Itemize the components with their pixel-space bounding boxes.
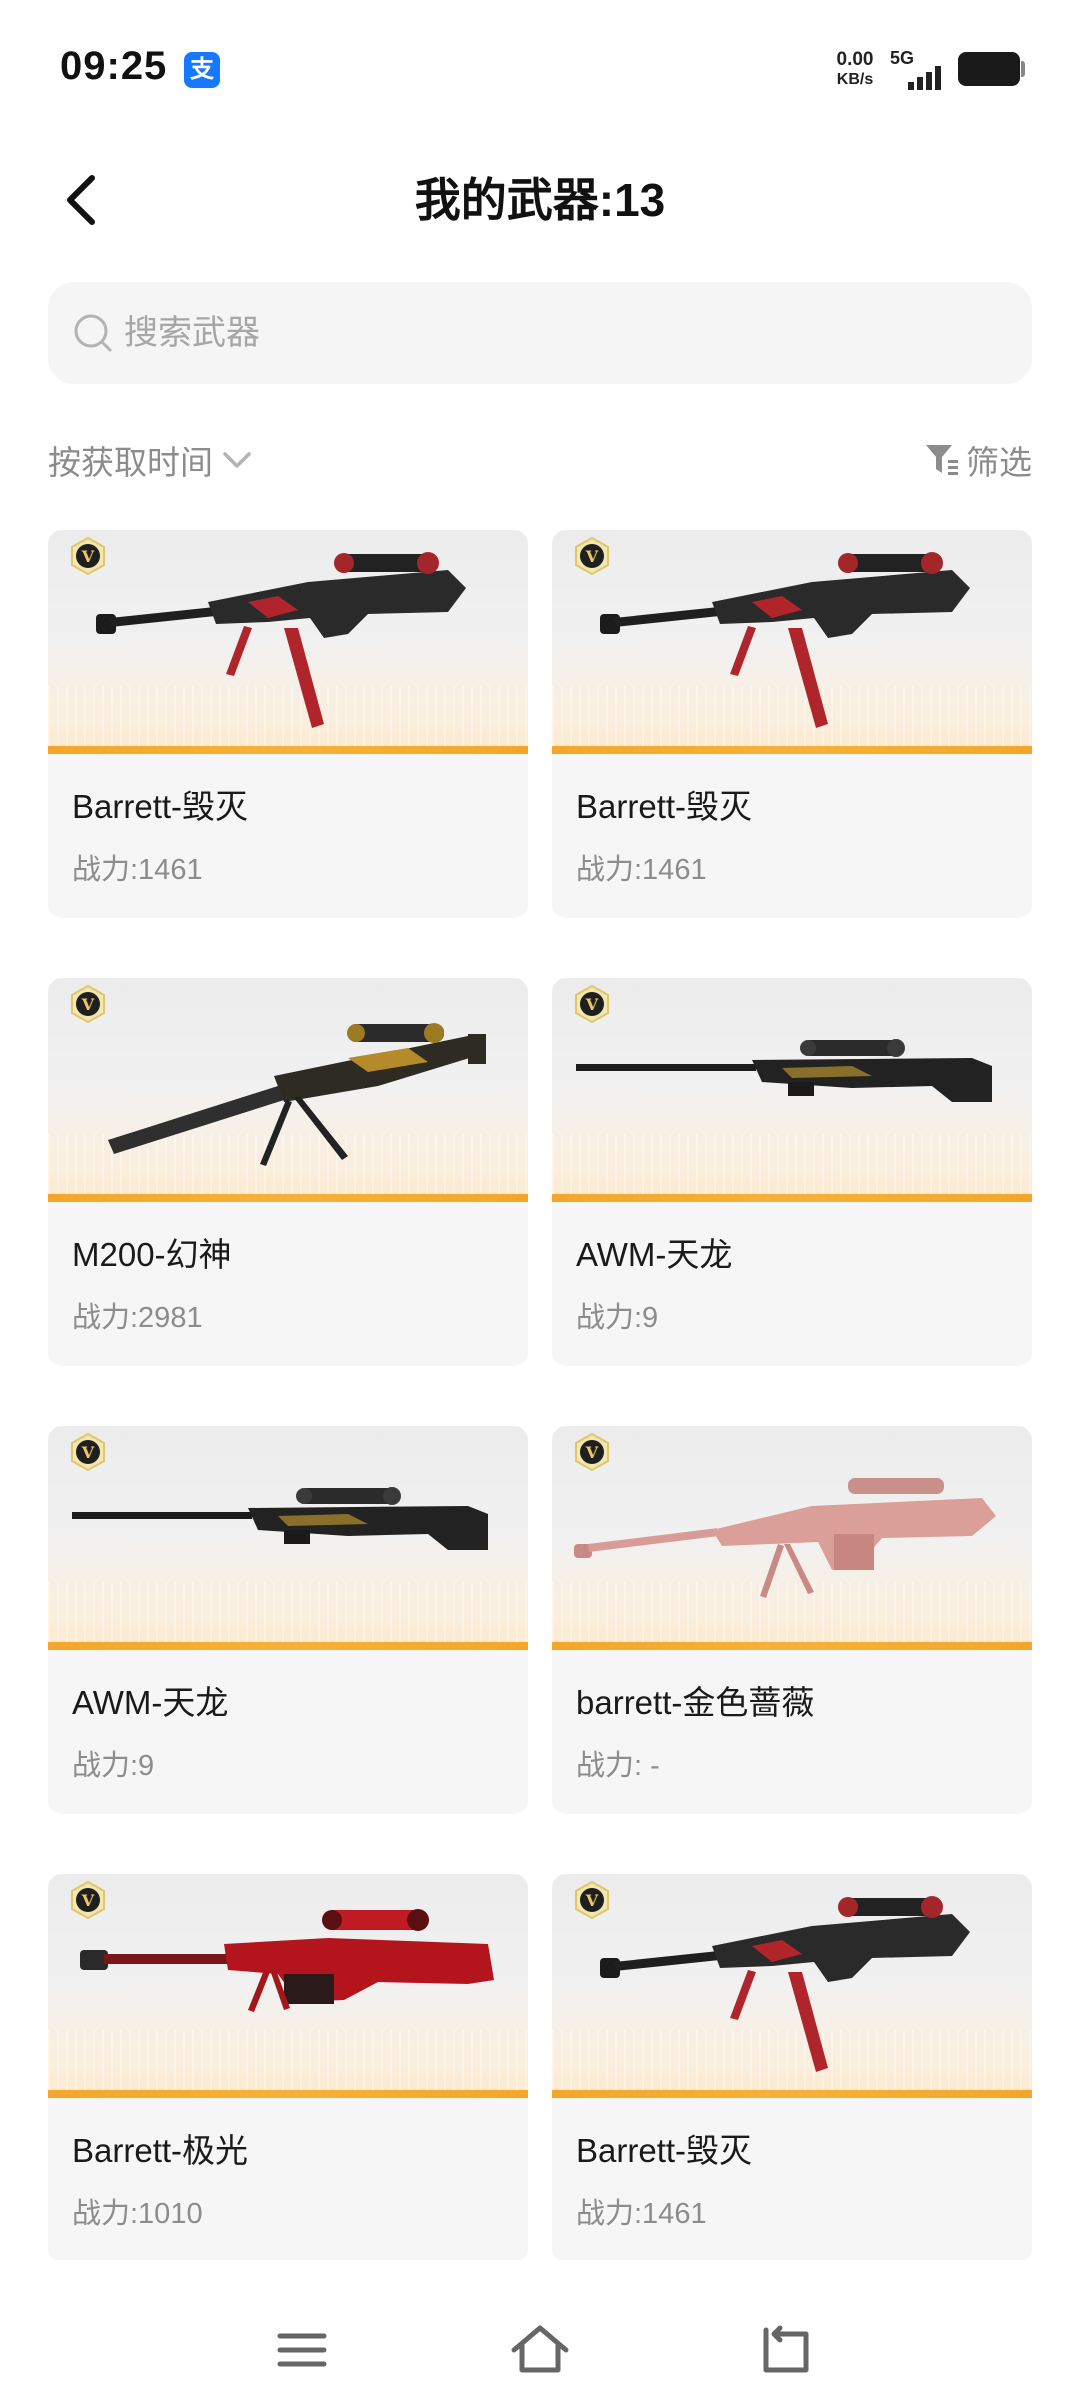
vip-badge-icon: V xyxy=(575,984,609,1024)
weapon-power: 战力:1461 xyxy=(576,2198,707,2230)
weapon-card[interactable]: V Barrett-极光 战力:1010 xyxy=(48,1874,528,2260)
svg-text:V: V xyxy=(585,547,599,566)
weapon-power: 战力:9 xyxy=(576,1302,659,1334)
signal-bars-icon xyxy=(908,66,941,90)
svg-text:V: V xyxy=(81,547,95,566)
header: 我的武器:13 xyxy=(0,150,1080,250)
weapon-card[interactable]: V AWM-天龙 战力:9 xyxy=(48,1426,528,1814)
vip-badge-icon: V xyxy=(575,536,609,576)
vip-badge-icon: V xyxy=(71,984,105,1024)
svg-text:V: V xyxy=(81,1891,95,1910)
weapon-power: 战力:1461 xyxy=(72,854,203,886)
back-button[interactable] xyxy=(52,168,116,232)
vip-badge-icon: V xyxy=(71,1432,105,1472)
menu-icon[interactable] xyxy=(270,2318,334,2382)
search-input[interactable] xyxy=(124,282,1004,384)
status-bar: 09:25 支 0.00 KB/s 5G xyxy=(0,0,1080,140)
weapon-name: Barrett-毁灭 xyxy=(72,788,249,825)
barrett-rifle-image xyxy=(96,552,466,728)
awm-rifle-image xyxy=(576,1039,992,1102)
weapon-power: 战力:9 xyxy=(72,1750,155,1782)
weapon-power: 战力:1010 xyxy=(72,2198,203,2230)
system-nav-bar xyxy=(0,2300,1080,2400)
weapon-name: AWM-天龙 xyxy=(576,1236,733,1273)
weapon-image: V xyxy=(48,1874,528,2098)
network-speed-value: 0.00 xyxy=(836,49,874,70)
svg-text:V: V xyxy=(585,1891,599,1910)
weapon-power: 战力:2981 xyxy=(72,1302,203,1334)
back-icon[interactable] xyxy=(752,2318,816,2382)
weapon-image: V xyxy=(552,1874,1032,2098)
filter-button[interactable]: 筛选 xyxy=(924,430,1032,490)
chevron-down-icon xyxy=(223,452,251,468)
weapon-name: M200-幻神 xyxy=(72,1236,232,1273)
vip-badge-icon: V xyxy=(575,1432,609,1472)
weapon-image: V xyxy=(552,530,1032,754)
weapon-card[interactable]: V Barrett-毁灭 战力:1461 xyxy=(552,1874,1032,2260)
signal-indicator: 5G xyxy=(890,48,948,90)
weapon-name: Barrett-极光 xyxy=(72,2132,249,2169)
weapon-name: Barrett-毁灭 xyxy=(576,788,753,825)
weapon-card[interactable]: V Barrett-毁灭 战力:1461 xyxy=(48,530,528,918)
vip-badge-icon: V xyxy=(71,536,105,576)
sort-dropdown[interactable]: 按获取时间 xyxy=(48,430,255,490)
barrett-aurora-rifle-image xyxy=(80,1909,494,2012)
barrett-rifle-image xyxy=(600,1896,970,2072)
battery-tip xyxy=(1021,61,1025,77)
m200-rifle-image xyxy=(108,1023,486,1166)
network-speed-unit: KB/s xyxy=(836,71,874,88)
svg-text:V: V xyxy=(585,995,599,1014)
svg-text:V: V xyxy=(81,995,95,1014)
status-time: 09:25 xyxy=(60,44,168,88)
weapon-card[interactable]: V barrett-金色蔷薇 战力: - xyxy=(552,1426,1032,1814)
svg-text:V: V xyxy=(585,1443,599,1462)
weapon-grid: V Barrett-毁灭 战力:1461 V Barrett-毁灭 战力:146… xyxy=(48,530,1032,2260)
svg-text:V: V xyxy=(81,1443,95,1462)
filter-label: 筛选 xyxy=(966,444,1032,481)
network-speed: 0.00 KB/s xyxy=(828,50,882,90)
weapon-image: V xyxy=(48,978,528,1202)
barrett-rifle-image xyxy=(600,552,970,728)
weapon-image: V xyxy=(48,530,528,754)
weapon-image: V xyxy=(48,1426,528,1650)
weapon-name: AWM-天龙 xyxy=(72,1684,229,1721)
page-title: 我的武器:13 xyxy=(414,174,666,226)
vip-badge-icon: V xyxy=(575,1880,609,1920)
weapon-card[interactable]: V M200-幻神 战力:2981 xyxy=(48,978,528,1366)
home-icon[interactable] xyxy=(508,2318,572,2382)
barrett-rose-rifle-image xyxy=(574,1478,996,1598)
weapon-power: 战力:1461 xyxy=(576,854,707,886)
filter-icon xyxy=(926,445,958,475)
weapon-image: V xyxy=(552,978,1032,1202)
sort-label: 按获取时间 xyxy=(48,444,213,481)
search-icon xyxy=(74,314,112,352)
battery-icon xyxy=(958,52,1020,86)
weapon-name: Barrett-毁灭 xyxy=(576,2132,753,2169)
weapon-card[interactable]: V AWM-天龙 战力:9 xyxy=(552,978,1032,1366)
search-bar[interactable] xyxy=(48,282,1032,384)
weapon-name: barrett-金色蔷薇 xyxy=(576,1684,815,1721)
weapon-power: 战力: - xyxy=(576,1750,660,1782)
weapon-card[interactable]: V Barrett-毁灭 战力:1461 xyxy=(552,530,1032,918)
alipay-icon: 支 xyxy=(184,52,220,88)
vip-badge-icon: V xyxy=(71,1880,105,1920)
weapon-image: V xyxy=(552,1426,1032,1650)
awm-rifle-image xyxy=(72,1487,488,1550)
